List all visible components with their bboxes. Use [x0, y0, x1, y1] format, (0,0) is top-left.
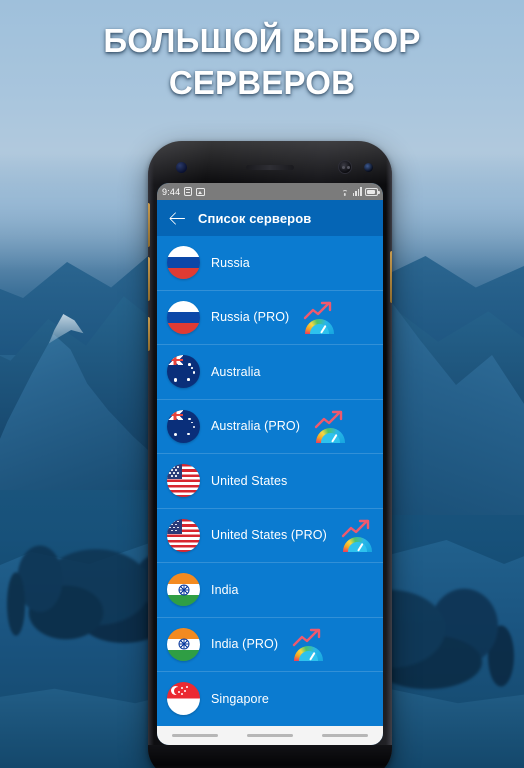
server-list[interactable]: Russia Russia (PRO) Australia Australia … [157, 236, 383, 726]
gauge-needle [330, 433, 337, 443]
status-bar-left: 9:44 [162, 186, 206, 197]
status-bar: 9:44 [157, 183, 383, 200]
list-item[interactable]: United States [157, 454, 383, 509]
headline-line-2: СЕРВЕРОВ [168, 64, 356, 102]
gauge-needle [308, 651, 315, 661]
proximity-sensor-icon [176, 162, 187, 173]
home-pill[interactable] [246, 734, 293, 737]
iris-scanner-icon [338, 160, 352, 174]
server-name: Russia (PRO) [211, 310, 290, 325]
flag-russia-icon [167, 246, 200, 280]
battery-icon [365, 187, 380, 196]
server-name: Russia [211, 255, 250, 270]
list-item[interactable]: Australia [157, 345, 383, 400]
gauge-arc [294, 646, 324, 661]
flag-singapore-icon [167, 682, 200, 716]
phone-screen: 9:44 Список серверов Russia Russia (PRO)… [157, 183, 383, 745]
back-pill[interactable] [322, 734, 369, 737]
trending-up-arrow-icon [292, 628, 321, 646]
pro-speed-gauge-icon [313, 410, 349, 443]
server-name: Singapore [211, 691, 269, 706]
gauge-arc [342, 537, 372, 552]
headline-line-1: БОЛЬШОЙ ВЫБОР [103, 22, 421, 59]
flag-australia-icon [167, 355, 200, 389]
status-time: 9:44 [162, 186, 181, 197]
server-name: Australia [211, 364, 261, 379]
flag-united-states-icon [167, 518, 200, 552]
trending-up-arrow-icon [314, 410, 343, 428]
volume-up-button[interactable] [148, 203, 150, 247]
gauge-arc [316, 428, 346, 443]
server-name: Australia (PRO) [211, 419, 301, 434]
pro-speed-gauge-icon [302, 301, 338, 334]
list-item[interactable]: United States (PRO) [157, 508, 383, 563]
android-navigation-bar [157, 726, 383, 745]
list-item[interactable]: Singapore [157, 672, 383, 726]
trending-up-arrow-icon [341, 519, 370, 537]
assistant-button[interactable] [148, 317, 150, 351]
flag-russia-icon [167, 300, 200, 334]
gauge-arc [305, 319, 335, 334]
status-bar-right [340, 187, 380, 196]
phone-bottom-chin [148, 745, 392, 768]
list-item[interactable]: Russia (PRO) [157, 290, 383, 345]
phone-right-edge [386, 141, 392, 768]
list-item[interactable]: Australia (PRO) [157, 399, 383, 454]
pro-speed-gauge-icon [291, 628, 327, 661]
flag-australia-icon [167, 409, 200, 443]
sync-icon [184, 187, 193, 196]
volume-down-button[interactable] [148, 257, 150, 301]
power-button[interactable] [390, 251, 392, 303]
server-name: United States (PRO) [211, 528, 327, 543]
trending-up-arrow-icon [304, 301, 332, 319]
flag-united-states-icon [167, 464, 200, 498]
back-arrow-icon[interactable] [169, 210, 186, 227]
front-camera-icon [364, 163, 373, 172]
promo-headline: БОЛЬШОЙ ВЫБОР СЕРВЕРОВ [0, 20, 524, 104]
earpiece-speaker [246, 165, 294, 170]
list-item[interactable]: India [157, 563, 383, 618]
server-name: India (PRO) [211, 637, 279, 652]
promo-screenshot: БОЛЬШОЙ ВЫБОР СЕРВЕРОВ 9:44 Список серве… [0, 0, 524, 768]
flag-india-icon [167, 627, 200, 661]
wifi-icon [340, 188, 350, 196]
signal-icon [352, 187, 362, 196]
gauge-needle [319, 324, 327, 334]
app-bar: Список серверов [157, 200, 383, 236]
page-title: Список серверов [198, 210, 312, 226]
list-item[interactable]: India (PRO) [157, 617, 383, 672]
phone-mockup: 9:44 Список серверов Russia Russia (PRO)… [148, 141, 392, 768]
list-item[interactable]: Russia [157, 236, 383, 291]
flag-india-icon [167, 573, 200, 607]
gauge-needle [357, 542, 364, 552]
recents-pill[interactable] [171, 734, 218, 737]
server-name: United States [211, 473, 288, 488]
image-icon [196, 187, 206, 196]
pro-speed-gauge-icon [340, 519, 376, 552]
server-name: India [211, 582, 239, 597]
